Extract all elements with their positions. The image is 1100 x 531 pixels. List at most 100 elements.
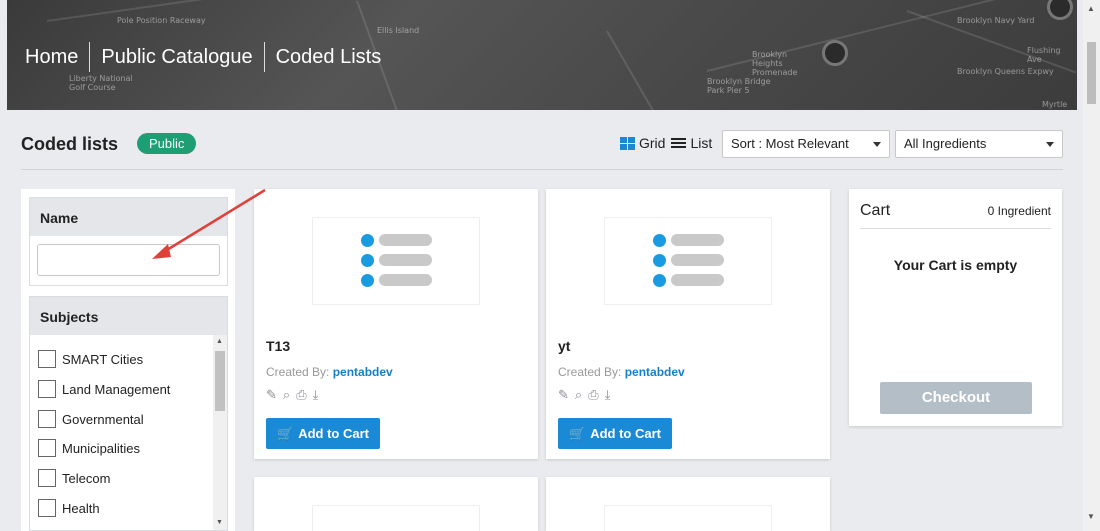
subjects-scrollbar[interactable]: ▲ ▼ [213, 335, 227, 530]
search-icon[interactable]: ⌕ [575, 387, 582, 403]
breadcrumb-divider [263, 42, 265, 72]
subjects-filter-heading: Subjects [29, 296, 228, 336]
checkbox[interactable] [38, 469, 56, 487]
subject-label: Governmental [62, 411, 144, 427]
add-to-cart-label: Add to Cart [590, 426, 661, 441]
subject-checkbox-item[interactable]: Municipalities [38, 438, 140, 458]
search-icon[interactable]: ⌕ [283, 387, 290, 403]
list-view-button[interactable]: List [690, 135, 712, 151]
breadcrumb-divider [89, 42, 91, 72]
add-to-cart-label: Add to Cart [298, 426, 369, 441]
cart-title: Cart [860, 202, 891, 219]
author-link[interactable]: pentabdev [625, 365, 685, 379]
map-label: Myrtle Ave [1042, 100, 1068, 110]
map-label: Brooklyn Queens Expwy [957, 67, 1054, 76]
scroll-up-icon[interactable]: ▲ [1087, 4, 1095, 13]
coded-list-card[interactable]: T13 Created By: pentabdev ✎ ⌕ ⎙ ⤓ 🛒 Add … [254, 189, 538, 459]
subject-checkbox-item[interactable]: SMART Cities [38, 349, 143, 369]
card-actions: ✎ ⌕ ⎙ ⤓ [266, 387, 318, 403]
page-scrollbar[interactable]: ▲ ▼ [1083, 0, 1100, 531]
breadcrumb-home[interactable]: Home [25, 46, 78, 69]
scroll-down-icon[interactable]: ▼ [216, 519, 223, 526]
breadcrumb-coded-lists[interactable]: Coded Lists [276, 46, 382, 69]
subject-label: Municipalities [62, 440, 141, 456]
card-title[interactable]: yt [558, 338, 570, 354]
scrollbar-thumb[interactable] [215, 351, 225, 411]
card-created-by: Created By: pentabdev [558, 365, 685, 379]
map-label: Ellis Island [377, 26, 420, 35]
list-thumbnail [604, 505, 772, 531]
grid-view-button[interactable]: Grid [639, 135, 665, 151]
map-street [606, 30, 678, 110]
card-title[interactable]: T13 [266, 338, 290, 354]
map-label: Flushing Ave [1027, 46, 1061, 64]
subject-checkbox-item[interactable]: Land Management [38, 379, 170, 399]
coded-list-card[interactable] [546, 477, 830, 531]
print-icon[interactable]: ⎙ [588, 387, 598, 403]
print-icon[interactable]: ⎙ [296, 387, 306, 403]
cart-empty-message: Your Cart is empty [893, 257, 1018, 273]
checkbox[interactable] [38, 439, 56, 457]
list-thumbnail [312, 505, 480, 531]
map-pin-icon [822, 40, 848, 66]
checkbox[interactable] [38, 380, 56, 398]
chevron-down-icon [1046, 142, 1054, 147]
cart-icon: 🛒 [277, 425, 294, 441]
scrollbar-thumb[interactable] [1087, 42, 1096, 104]
checkbox[interactable] [38, 410, 56, 428]
subject-label: Health [62, 500, 100, 516]
chevron-down-icon [873, 142, 881, 147]
list-icon[interactable] [671, 137, 687, 149]
ingredients-filter-select[interactable]: All Ingredients [895, 130, 1063, 158]
card-actions: ✎ ⌕ ⎙ ⤓ [558, 387, 610, 403]
edit-icon[interactable]: ✎ [266, 387, 277, 403]
subject-label: Land Management [62, 381, 171, 397]
map-label: Brooklyn Bridge Park Pier 5 [707, 77, 771, 95]
add-to-cart-button[interactable]: 🛒 Add to Cart [558, 418, 672, 449]
name-filter-heading: Name [29, 197, 228, 237]
subject-label: SMART Cities [62, 351, 144, 367]
add-to-cart-button[interactable]: 🛒 Add to Cart [266, 418, 380, 449]
coded-list-card[interactable]: yt Created By: pentabdev ✎ ⌕ ⎙ ⤓ 🛒 Add t… [546, 189, 830, 459]
checkout-button[interactable]: Checkout [880, 382, 1032, 414]
map-label: Brooklyn Heights Promenade [752, 50, 798, 77]
map-pin-icon [1047, 0, 1073, 20]
name-filter-input[interactable] [37, 244, 220, 276]
download-icon[interactable]: ⤓ [605, 387, 611, 403]
breadcrumb-public-catalogue[interactable]: Public Catalogue [101, 46, 252, 69]
cart-panel: Cart 0 Ingredient Your Cart is empty Che… [849, 189, 1062, 426]
breadcrumb: Home Public Catalogue Coded Lists [25, 42, 381, 72]
checkbox[interactable] [38, 499, 56, 517]
subject-checkbox-item[interactable]: Health [38, 498, 100, 518]
card-created-by: Created By: pentabdev [266, 365, 393, 379]
title-row: Coded lists Public Grid List Sort : Most… [21, 130, 1063, 170]
view-toggle: Grid List [620, 135, 712, 151]
grid-icon[interactable] [620, 136, 635, 150]
name-filter-panel [29, 236, 228, 286]
created-by-label: Created By: [558, 365, 622, 379]
cart-count: 0 Ingredient [987, 204, 1051, 218]
status-badge: Public [137, 133, 197, 154]
sort-select-value: Sort : Most Relevant [731, 136, 849, 151]
header-banner: Pole Position Raceway Ellis Island Liber… [7, 0, 1077, 110]
map-label: Pole Position Raceway [117, 16, 206, 25]
list-thumbnail [604, 217, 772, 305]
coded-list-card[interactable] [254, 477, 538, 531]
created-by-label: Created By: [266, 365, 330, 379]
list-thumbnail [312, 217, 480, 305]
scroll-up-icon[interactable]: ▲ [216, 338, 223, 345]
map-label: Brooklyn Navy Yard [957, 16, 1035, 25]
author-link[interactable]: pentabdev [333, 365, 393, 379]
map-label: Liberty National Golf Course [69, 74, 133, 92]
filter-sidebar: Name Subjects SMART Cities Land Manageme… [21, 189, 235, 531]
subject-label: Telecom [62, 470, 111, 486]
scroll-down-icon[interactable]: ▼ [1087, 512, 1095, 521]
subjects-filter-panel: SMART Cities Land Management Governmenta… [29, 335, 228, 531]
download-icon[interactable]: ⤓ [313, 387, 319, 403]
subject-checkbox-item[interactable]: Governmental [38, 409, 144, 429]
checkbox[interactable] [38, 350, 56, 368]
subject-checkbox-item[interactable]: Telecom [38, 468, 110, 488]
sort-select[interactable]: Sort : Most Relevant [722, 130, 890, 158]
edit-icon[interactable]: ✎ [558, 387, 569, 403]
cart-icon: 🛒 [569, 425, 586, 441]
